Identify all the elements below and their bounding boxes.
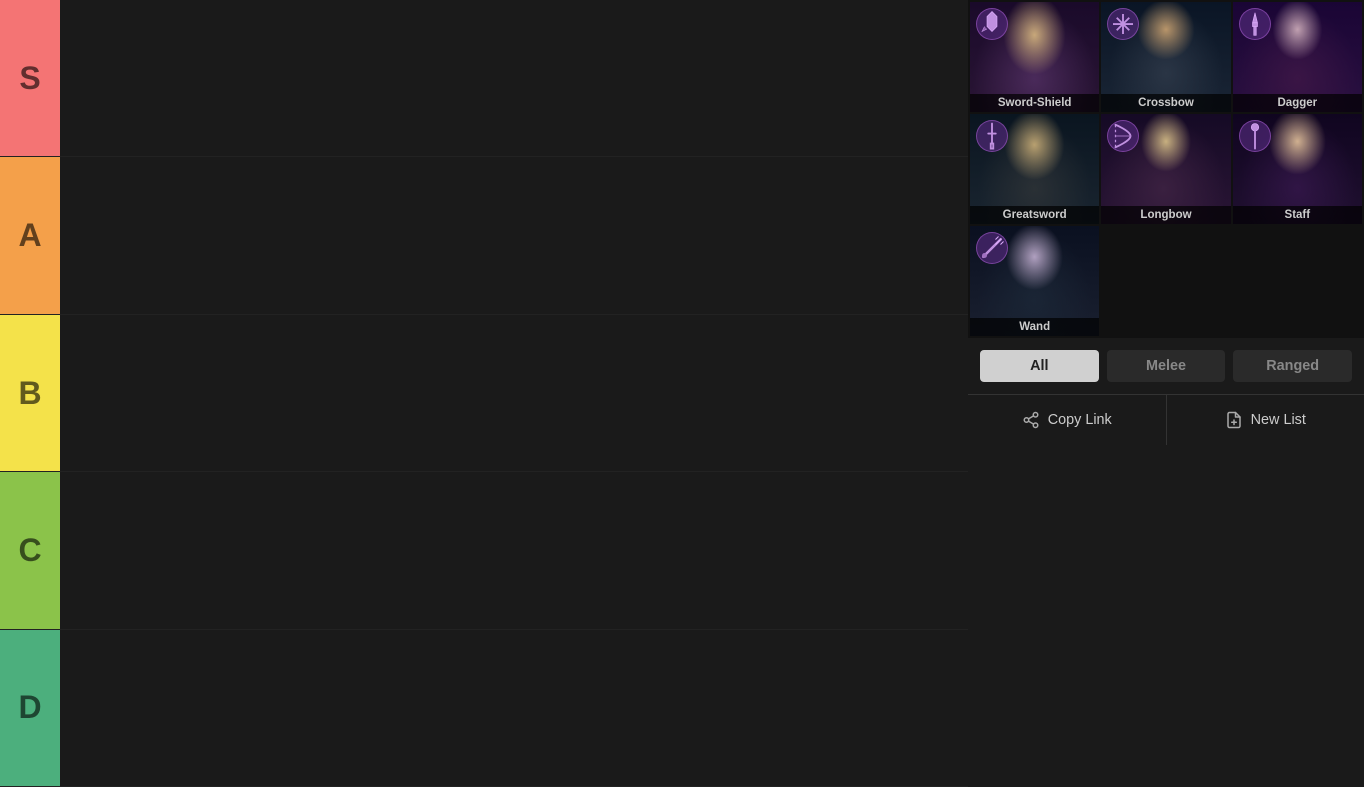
action-label-copy-link: Copy Link <box>1048 412 1112 428</box>
weapon-icon-dagger <box>1239 8 1271 40</box>
weapon-name-staff: Staff <box>1233 206 1362 224</box>
weapon-icon-sword-shield <box>976 8 1008 40</box>
weapon-card-staff[interactable]: Staff <box>1233 114 1362 224</box>
tier-row-c[interactable]: C <box>0 472 968 629</box>
tier-row-d[interactable]: D <box>0 630 968 787</box>
tier-label-d: D <box>0 630 60 786</box>
weapon-icon-wand <box>976 232 1008 264</box>
weapon-name-dagger: Dagger <box>1233 94 1362 112</box>
weapon-card-sword-shield[interactable]: Sword-Shield <box>970 2 1099 112</box>
tier-row-s[interactable]: S <box>0 0 968 157</box>
action-bar: Copy Link New List <box>968 394 1364 445</box>
tier-label-s: S <box>0 0 60 156</box>
tier-label-c: C <box>0 472 60 628</box>
tier-label-b: B <box>0 315 60 471</box>
weapon-grid: Sword-Shield Crossbow Dagger Greatsword … <box>968 0 1364 338</box>
weapon-icon-greatsword <box>976 120 1008 152</box>
tier-row-b[interactable]: B <box>0 315 968 472</box>
tier-list: SABCD <box>0 0 968 787</box>
weapon-icon-longbow <box>1107 120 1139 152</box>
tier-content-b[interactable] <box>60 315 968 471</box>
weapon-name-crossbow: Crossbow <box>1101 94 1230 112</box>
filter-btn-melee[interactable]: Melee <box>1107 350 1226 382</box>
filter-bar: AllMeleeRanged <box>968 338 1364 394</box>
filter-btn-ranged[interactable]: Ranged <box>1233 350 1352 382</box>
weapon-name-sword-shield: Sword-Shield <box>970 94 1099 112</box>
action-btn-copy-link[interactable]: Copy Link <box>968 395 1167 445</box>
share-icon <box>1022 411 1040 429</box>
weapon-name-wand: Wand <box>970 318 1099 336</box>
action-label-new-list: New List <box>1251 412 1306 428</box>
weapon-card-longbow[interactable]: Longbow <box>1101 114 1230 224</box>
weapon-card-dagger[interactable]: Dagger <box>1233 2 1362 112</box>
filter-btn-all[interactable]: All <box>980 350 1099 382</box>
weapon-card-wand[interactable]: Wand <box>970 226 1099 336</box>
weapon-card-crossbow[interactable]: Crossbow <box>1101 2 1230 112</box>
tier-content-a[interactable] <box>60 157 968 313</box>
tier-content-s[interactable] <box>60 0 968 156</box>
weapon-name-greatsword: Greatsword <box>970 206 1099 224</box>
tier-content-d[interactable] <box>60 630 968 786</box>
weapon-icon-crossbow <box>1107 8 1139 40</box>
action-btn-new-list[interactable]: New List <box>1167 395 1364 445</box>
tier-row-a[interactable]: A <box>0 157 968 314</box>
weapon-icon-staff <box>1239 120 1271 152</box>
sidebar: Sword-Shield Crossbow Dagger Greatsword … <box>968 0 1364 787</box>
new-list-icon <box>1225 411 1243 429</box>
tier-content-c[interactable] <box>60 472 968 628</box>
weapon-name-longbow: Longbow <box>1101 206 1230 224</box>
weapon-card-greatsword[interactable]: Greatsword <box>970 114 1099 224</box>
tier-label-a: A <box>0 157 60 313</box>
